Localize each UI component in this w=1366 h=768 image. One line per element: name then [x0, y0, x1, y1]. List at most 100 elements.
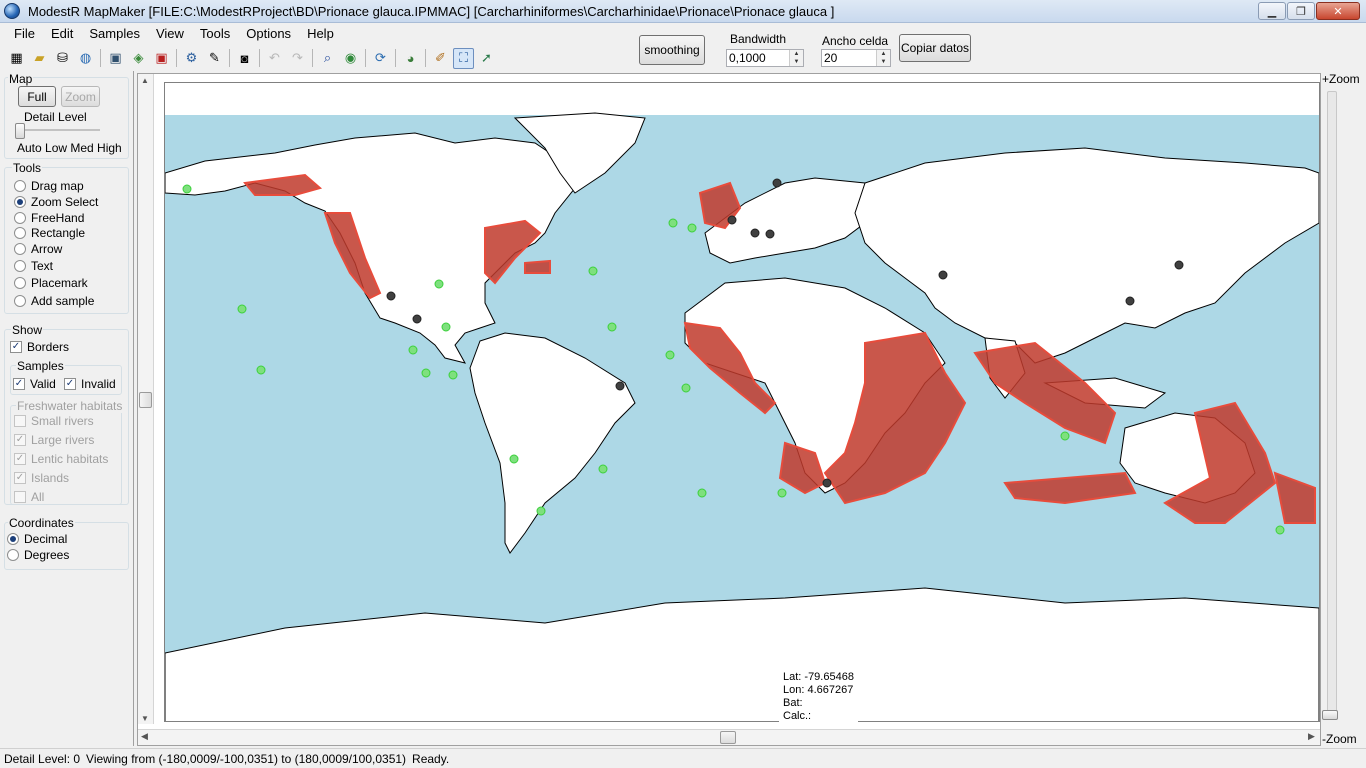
radio-checked-icon[interactable] — [14, 196, 26, 208]
settings-gear-icon[interactable]: ⚙ — [181, 48, 202, 69]
redo-icon[interactable]: ↷ — [287, 48, 308, 69]
menu-edit[interactable]: Edit — [43, 24, 81, 44]
toolbar-separator — [312, 49, 313, 67]
copy-data-button[interactable]: Copiar datos — [899, 34, 971, 62]
sample-point — [681, 383, 691, 393]
detail-level-slider[interactable] — [15, 123, 25, 139]
web-globe-icon[interactable]: ◍ — [75, 48, 96, 69]
tool-text[interactable]: Text — [14, 259, 53, 273]
new-map-icon[interactable]: ▦ — [6, 48, 27, 69]
world-map[interactable] — [165, 83, 1319, 722]
all-checkbox[interactable]: All — [14, 490, 44, 504]
zoom-slider-track[interactable] — [1327, 91, 1337, 719]
map-vertical-scrollbar[interactable]: ▲ ▼ — [138, 74, 154, 724]
globe-icon[interactable]: ◉ — [340, 48, 361, 69]
invalid-sample-point — [750, 228, 760, 238]
arrow-out-icon[interactable]: ➚ — [476, 48, 497, 69]
tool-rectangle[interactable]: Rectangle — [14, 226, 85, 240]
chart-edit-icon[interactable]: ✐ — [430, 48, 451, 69]
check-icon[interactable]: ✓ — [14, 472, 26, 484]
check-icon[interactable]: ✓ — [13, 378, 25, 390]
menu-options[interactable]: Options — [238, 24, 299, 44]
check-icon[interactable]: ✓ — [64, 378, 76, 390]
tool-drag-map[interactable]: Drag map — [14, 179, 84, 193]
radio-icon[interactable] — [14, 295, 26, 307]
radio-icon[interactable] — [14, 277, 26, 289]
camera-icon[interactable]: ◙ — [234, 48, 255, 69]
stepper-arrows-icon[interactable]: ▲ ▼ — [876, 50, 890, 66]
horizontal-scroll-thumb[interactable] — [720, 731, 736, 744]
maximize-button[interactable]: ❐ — [1287, 2, 1315, 20]
undo-icon[interactable]: ↶ — [264, 48, 285, 69]
refresh-icon[interactable]: ⟳ — [370, 48, 391, 69]
invalid-checkbox[interactable]: ✓ Invalid — [64, 377, 116, 391]
bandwidth-stepper[interactable]: 0,1000 ▲ ▼ — [726, 49, 804, 67]
zoom-slider-thumb[interactable] — [1322, 710, 1338, 720]
decimal-radio[interactable]: Decimal — [7, 532, 67, 546]
open-folder-icon[interactable]: ▰ — [29, 48, 50, 69]
sample-point — [441, 322, 451, 332]
export-globe-icon[interactable]: ◕ — [400, 48, 421, 69]
islands-checkbox[interactable]: ✓ Islands — [14, 471, 69, 485]
tool-freehand[interactable]: FreeHand — [14, 211, 84, 225]
save-red-icon[interactable]: ▣ — [151, 48, 172, 69]
scroll-right-icon[interactable]: ▶ — [1308, 731, 1315, 742]
small-rivers-checkbox[interactable]: Small rivers — [14, 414, 94, 428]
show-group-title: Show — [11, 323, 44, 337]
cell-width-value[interactable]: 20 — [822, 51, 876, 65]
menu-help[interactable]: Help — [299, 24, 342, 44]
checkbox-icon[interactable] — [14, 491, 26, 503]
save-layer-icon[interactable]: ◈ — [128, 48, 149, 69]
menu-samples[interactable]: Samples — [81, 24, 148, 44]
invalid-sample-point — [765, 229, 775, 239]
radio-icon[interactable] — [14, 260, 26, 272]
tool-arrow[interactable]: Arrow — [14, 242, 62, 256]
sample-point — [697, 488, 707, 498]
edit-document-icon[interactable]: ✎ — [204, 48, 225, 69]
search-map-icon[interactable]: ⌕ — [317, 48, 338, 69]
check-icon[interactable]: ✓ — [10, 341, 22, 353]
full-button[interactable]: Full — [18, 86, 56, 107]
range-australia-south — [1003, 471, 1137, 505]
radio-checked-icon[interactable] — [7, 533, 19, 545]
tool-placemark[interactable]: Placemark — [14, 276, 88, 290]
smoothing-button[interactable]: smoothing — [639, 35, 705, 65]
check-icon[interactable]: ✓ — [14, 434, 26, 446]
vertical-scroll-thumb[interactable] — [139, 392, 152, 408]
select-tool-icon[interactable]: ⛶ — [453, 47, 474, 69]
degrees-radio[interactable]: Degrees — [7, 548, 69, 562]
menu-file[interactable]: File — [6, 24, 43, 44]
bandwidth-value[interactable]: 0,1000 — [727, 51, 789, 65]
radio-icon[interactable] — [14, 227, 26, 239]
close-button[interactable]: ✕ — [1316, 2, 1360, 20]
tool-zoom-select[interactable]: Zoom Select — [14, 195, 98, 209]
check-icon[interactable]: ✓ — [14, 453, 26, 465]
lentic-habitats-checkbox[interactable]: ✓ Lentic habitats — [14, 452, 108, 466]
valid-checkbox[interactable]: ✓ Valid — [13, 377, 56, 391]
radio-icon[interactable] — [7, 549, 19, 561]
tool-add-sample[interactable]: Add sample — [14, 294, 94, 308]
radio-icon[interactable] — [14, 212, 26, 224]
zoom-in-label: +Zoom — [1322, 72, 1360, 86]
radio-icon[interactable] — [14, 180, 26, 192]
checkbox-icon[interactable] — [14, 415, 26, 427]
window-title: ModestR MapMaker [FILE:C:\ModestRProject… — [28, 3, 835, 19]
radio-icon[interactable] — [14, 243, 26, 255]
zoom-button[interactable]: Zoom — [61, 86, 100, 107]
stepper-arrows-icon[interactable]: ▲ ▼ — [789, 50, 803, 66]
large-rivers-checkbox[interactable]: ✓ Large rivers — [14, 433, 94, 447]
scroll-down-icon[interactable]: ▼ — [141, 714, 149, 723]
toolbar: ▦ ▰ ⛁ ◍ ▣ ◈ ▣ ⚙ ✎ ◙ ↶ ↷ ⌕ ◉ ⟳ ◕ ✐ ⛶ ➚ — [6, 46, 497, 70]
map-horizontal-scrollbar[interactable]: ◀ ▶ — [138, 729, 1320, 745]
scroll-up-icon[interactable]: ▲ — [141, 76, 149, 85]
map-canvas[interactable] — [164, 82, 1320, 722]
scroll-left-icon[interactable]: ◀ — [141, 731, 148, 742]
save-icon[interactable]: ▣ — [105, 48, 126, 69]
minimize-button[interactable]: ▁ — [1258, 2, 1286, 20]
longitude-readout: Lon: 4.667267 — [783, 684, 854, 696]
import-icon[interactable]: ⛁ — [52, 48, 73, 69]
menu-view[interactable]: View — [148, 24, 192, 44]
borders-checkbox[interactable]: ✓ Borders — [10, 340, 69, 354]
cell-width-stepper[interactable]: 20 ▲ ▼ — [821, 49, 891, 67]
menu-tools[interactable]: Tools — [192, 24, 238, 44]
